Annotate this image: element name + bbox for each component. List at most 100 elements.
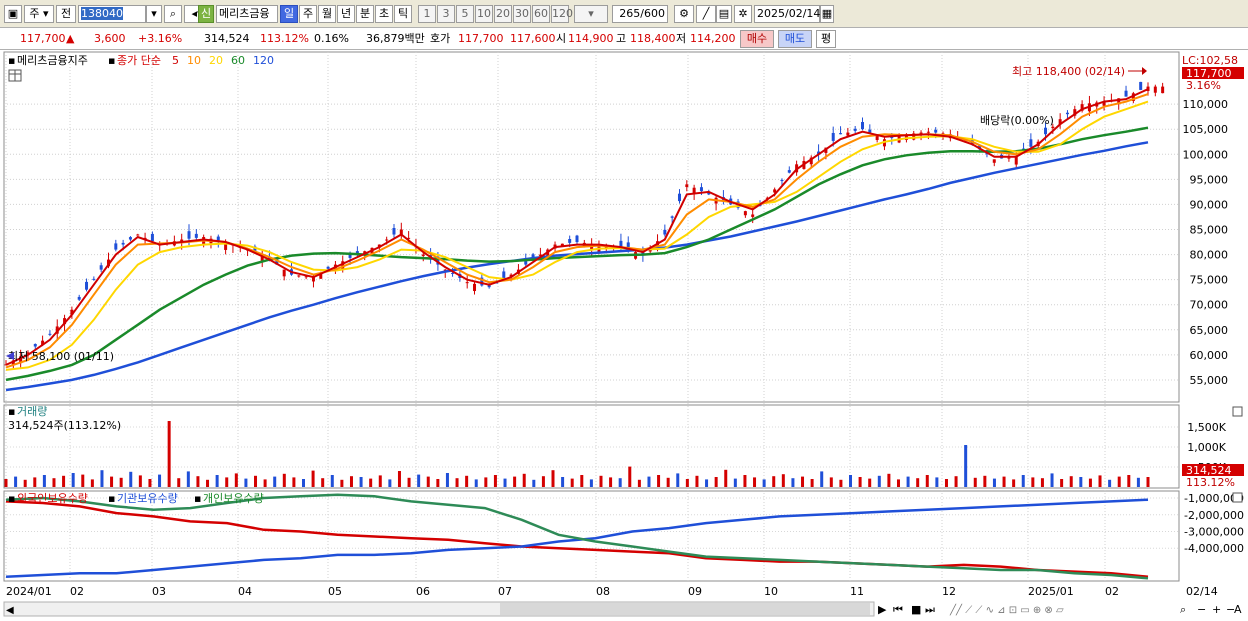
volume-bar xyxy=(599,475,603,487)
foreign-label: 외국인보유수량 xyxy=(17,492,88,505)
interval-tab[interactable]: 30 xyxy=(513,5,531,23)
volume-bar xyxy=(206,479,210,487)
volume-bar xyxy=(772,476,776,487)
code-dropdown-icon[interactable]: ▾ xyxy=(146,5,162,23)
volume-bar xyxy=(33,477,37,487)
candle xyxy=(1014,156,1018,165)
holding-close-icon[interactable] xyxy=(1232,492,1243,503)
period-tab[interactable]: 틱 xyxy=(394,5,412,23)
search-icon[interactable]: ⌕ xyxy=(164,5,182,23)
volume-bar xyxy=(81,474,85,487)
chart-title: 메리츠금융지주 xyxy=(17,54,88,67)
period-tab[interactable]: 일 xyxy=(280,5,298,23)
period-tab[interactable]: 년 xyxy=(337,5,355,23)
x-tick-label: 11 xyxy=(850,585,864,598)
drawing-tools-icon[interactable]: ╱╱ ⟋ ⟋ ∿ ⊿ ⊡ ▭ ⊕ ⊗ ▱ xyxy=(949,603,1064,616)
volume-bar xyxy=(906,476,910,487)
interval-tab[interactable]: 20 xyxy=(494,5,512,23)
period-tab[interactable]: 월 xyxy=(318,5,336,23)
candle xyxy=(875,135,879,140)
volume-tick-label: 1,500K xyxy=(1187,421,1226,434)
volume-bar xyxy=(378,475,382,487)
quote-open: 114,900 xyxy=(568,32,614,45)
y-tick-label: 65,000 xyxy=(1190,324,1229,337)
zoom-out-icon[interactable]: − xyxy=(1197,603,1206,616)
interval-tab[interactable]: 1 xyxy=(418,5,436,23)
interval-tab[interactable]: 120 xyxy=(551,5,573,23)
chart-menu-icon[interactable]: ▣ xyxy=(4,5,22,23)
candle xyxy=(421,254,425,256)
legend-bullet-icon: ▪ xyxy=(108,54,115,67)
sell-button[interactable]: 매도 xyxy=(778,30,812,48)
tools-icon[interactable]: ⚙ xyxy=(674,5,694,23)
volume-bar xyxy=(330,475,334,487)
volume-bar xyxy=(503,478,507,487)
market-select[interactable]: 주 ▾ xyxy=(24,5,54,23)
volume-bar xyxy=(301,479,305,487)
interval-tab[interactable]: 10 xyxy=(475,5,493,23)
interval-tab[interactable]: 5 xyxy=(456,5,474,23)
volume-bar xyxy=(1108,479,1112,487)
volume-bar xyxy=(657,475,661,487)
volume-bar xyxy=(436,479,440,487)
quote-ask: 117,700 xyxy=(458,32,504,45)
chart-area[interactable]: 55,000 60,000 65,000 70,000 75,000 80,000 85,0… xyxy=(0,50,1248,621)
save-icon[interactable]: ▤ xyxy=(716,5,732,23)
x-tick-label: 02 xyxy=(1105,585,1119,598)
period-tab[interactable]: 분 xyxy=(356,5,374,23)
font-size-up-icon[interactable]: A xyxy=(1234,603,1242,616)
type-button[interactable]: 전 xyxy=(56,5,76,23)
period-tab[interactable]: 주 xyxy=(299,5,317,23)
zoom-in-icon[interactable]: + xyxy=(1212,603,1221,616)
period-tab[interactable]: 초 xyxy=(375,5,393,23)
scrollbar-thumb[interactable] xyxy=(500,603,870,615)
interval-dropdown[interactable]: ▾ xyxy=(574,5,608,23)
interval-tab[interactable]: 3 xyxy=(437,5,455,23)
volume-bar xyxy=(359,477,363,487)
volume-bar xyxy=(273,476,277,487)
x-tick-label: 12 xyxy=(942,585,956,598)
line-tool-icon[interactable]: ╱ xyxy=(696,5,716,23)
forward-icon[interactable]: ⏭ xyxy=(925,603,935,616)
candle xyxy=(1124,90,1128,97)
calendar-icon[interactable]: ▦ xyxy=(820,5,834,23)
scroll-left-icon[interactable]: ◀ xyxy=(6,605,14,616)
volume-bar xyxy=(292,477,296,487)
volume-bar xyxy=(1002,476,1006,487)
volume-bar xyxy=(714,477,718,487)
volume-bar xyxy=(820,471,824,487)
stock-name: 메리츠금융 xyxy=(216,5,278,23)
candle xyxy=(568,239,572,243)
volume-bar xyxy=(570,478,574,487)
volume-bar xyxy=(254,475,258,487)
count-value: 265 xyxy=(619,7,641,20)
zoom-icon[interactable]: ⌕ xyxy=(1180,603,1186,616)
code-input[interactable]: 138040 xyxy=(78,5,146,23)
legend-bullet-icon: ▪ xyxy=(194,492,201,505)
rewind-icon[interactable]: ⏮ xyxy=(893,603,903,616)
candle xyxy=(33,343,37,347)
holding-tick-label: -4,000,000 xyxy=(1184,542,1244,555)
volume-bar xyxy=(215,475,219,487)
volume-bar xyxy=(186,471,190,487)
last-pct: 3.16% xyxy=(1186,79,1221,92)
quote-open-label: 시 xyxy=(556,32,567,45)
volume-close-icon[interactable] xyxy=(1232,406,1243,417)
scroll-right-icon[interactable]: ▶ xyxy=(878,603,887,616)
gear-icon[interactable]: ✲ xyxy=(734,5,752,23)
interval-tab[interactable]: 60 xyxy=(532,5,550,23)
y-tick-label: 60,000 xyxy=(1190,349,1229,362)
date-input[interactable]: 2025/02/14 xyxy=(754,5,820,23)
candle xyxy=(187,231,191,239)
code-value: 138040 xyxy=(81,7,123,20)
candle xyxy=(1139,81,1143,90)
buy-button[interactable]: 매수 xyxy=(740,30,774,48)
volume-bar xyxy=(1050,473,1054,487)
y-tick-label: 90,000 xyxy=(1190,198,1229,211)
stop-icon[interactable]: ■ xyxy=(911,603,921,616)
eval-button[interactable]: 평 xyxy=(816,30,836,48)
volume-bar xyxy=(532,479,536,487)
volume-bar xyxy=(474,479,478,487)
volume-bar xyxy=(695,475,699,487)
count-field[interactable]: 265/600 xyxy=(612,5,668,23)
